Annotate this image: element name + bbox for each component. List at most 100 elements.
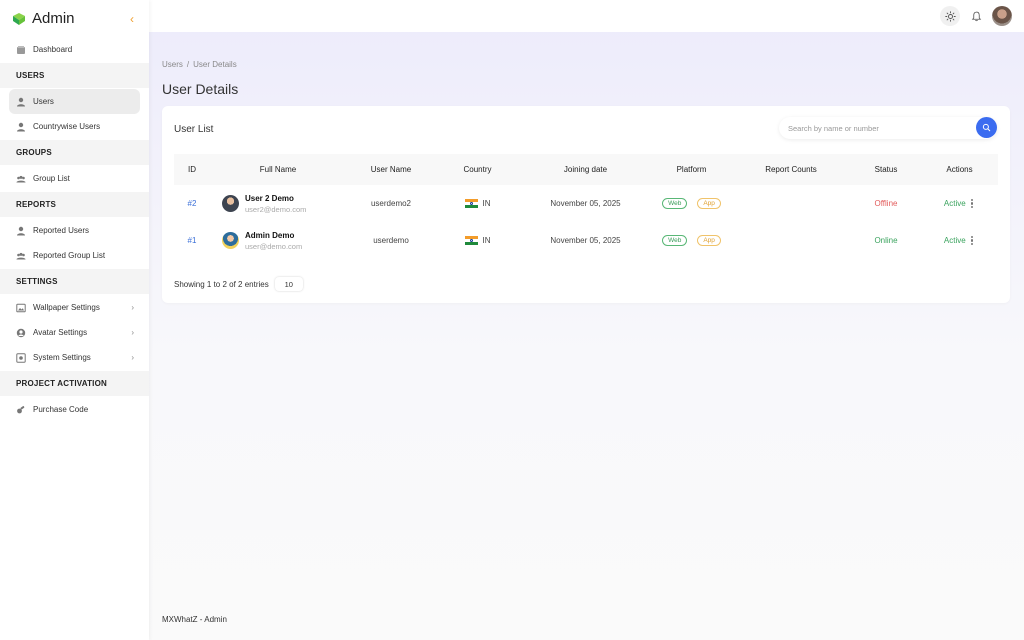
sidebar-item-reported-group-list[interactable]: Reported Group List	[9, 243, 140, 268]
breadcrumb-separator: /	[186, 60, 190, 69]
table-row: #2 User 2 Demo user2@demo.com userdemo2 …	[174, 185, 998, 222]
collapse-sidebar-button[interactable]: ‹	[130, 12, 134, 26]
sidebar-item-purchase-code[interactable]: Purchase Code	[9, 397, 140, 422]
col-header-status[interactable]: Status	[851, 154, 921, 185]
report-counts	[731, 222, 851, 259]
sidebar-item-label: Dashboard	[33, 45, 73, 54]
action-status[interactable]: Active	[944, 236, 966, 245]
col-header-id[interactable]: ID	[174, 154, 210, 185]
more-vertical-icon[interactable]	[969, 235, 975, 246]
user-id-link[interactable]: #1	[188, 236, 197, 245]
sidebar-item-label: Purchase Code	[33, 405, 89, 414]
actions-cell: Active	[944, 235, 975, 246]
brand: Admin ‹	[0, 0, 149, 37]
breadcrumb-current: User Details	[193, 60, 237, 69]
chevron-right-icon: ›	[131, 328, 134, 337]
india-flag-icon	[464, 236, 478, 246]
search-button[interactable]	[976, 117, 997, 138]
user-username: userdemo2	[370, 199, 412, 208]
joining-date: November 05, 2025	[550, 236, 621, 245]
table-header-row: ID Full Name User Name Country Joining d…	[174, 154, 998, 185]
platform-badge-app: App	[697, 198, 721, 209]
table-footer: Showing 1 to 2 of 2 entries 10	[174, 277, 303, 291]
topbar	[149, 0, 1024, 32]
sidebar-item-wallpaper-settings[interactable]: Wallpaper Settings ›	[9, 295, 140, 320]
leaf-logo-icon	[13, 12, 25, 25]
page-title: User Details	[162, 81, 239, 97]
country-code: IN	[482, 235, 491, 245]
joining-date: November 05, 2025	[550, 199, 621, 208]
user-cell: Admin Demo user@demo.com	[210, 231, 346, 251]
report-counts	[731, 185, 851, 222]
status-text: Online	[874, 236, 898, 245]
key-icon	[16, 405, 26, 415]
col-header-platform[interactable]: Platform	[652, 154, 731, 185]
avatar	[222, 195, 239, 212]
sun-icon	[944, 10, 956, 22]
table-row: #1 Admin Demo user@demo.com userdemo IN	[174, 222, 998, 259]
bell-icon	[971, 11, 981, 21]
user-email: user@demo.com	[245, 241, 303, 251]
page-size-select[interactable]: 10	[274, 277, 303, 291]
user-list-card: User List ID Full Name User Name Co	[162, 106, 1010, 303]
entries-info: Showing 1 to 2 of 2 entries	[174, 279, 269, 289]
col-header-full-name[interactable]: Full Name	[210, 154, 346, 185]
search-input[interactable]	[779, 123, 969, 133]
user-username: userdemo	[373, 236, 409, 245]
group-icon	[16, 251, 26, 261]
col-header-user-name[interactable]: User Name	[346, 154, 436, 185]
section-project-activation: PROJECT ACTIVATION	[0, 371, 149, 396]
user-email: user2@demo.com	[245, 204, 307, 214]
wallpaper-icon	[16, 303, 26, 313]
status-text: Offline	[874, 199, 898, 208]
avatar-icon	[16, 328, 26, 338]
actions-cell: Active	[944, 198, 975, 209]
sidebar-item-label: Group List	[33, 174, 70, 183]
platform-badge-web: Web	[662, 198, 688, 209]
sidebar-item-label: System Settings	[33, 353, 91, 362]
more-vertical-icon[interactable]	[969, 198, 975, 209]
col-header-actions: Actions	[946, 165, 973, 174]
avatar	[222, 232, 239, 249]
system-settings-icon	[16, 352, 26, 363]
dashboard-icon	[16, 45, 26, 55]
search-icon	[982, 123, 991, 132]
sidebar-item-countrywise-users[interactable]: Countrywise Users	[9, 114, 140, 139]
platform-badge-app: App	[697, 235, 721, 246]
sidebar-item-group-list[interactable]: Group List	[9, 166, 140, 191]
section-groups: GROUPS	[0, 140, 149, 165]
sidebar-item-dashboard[interactable]: Dashboard	[9, 37, 140, 62]
col-header-country[interactable]: Country	[436, 154, 519, 185]
theme-toggle-button[interactable]	[940, 6, 960, 26]
user-cell: User 2 Demo user2@demo.com	[210, 194, 346, 214]
section-settings: SETTINGS	[0, 269, 149, 294]
user-full-name: User 2 Demo	[245, 193, 294, 203]
breadcrumb-users-link[interactable]: Users	[162, 60, 183, 69]
sidebar-item-reported-users[interactable]: Reported Users	[9, 218, 140, 243]
card-title: User List	[174, 124, 214, 135]
main-content: Users / User Details User Details User Lis…	[162, 32, 1010, 303]
user-icon	[16, 122, 26, 132]
chevron-right-icon: ›	[131, 353, 134, 362]
col-header-joining-date[interactable]: Joining date	[519, 154, 652, 185]
sidebar-item-system-settings[interactable]: System Settings ›	[9, 345, 140, 370]
user-id-link[interactable]: #2	[188, 199, 197, 208]
col-header-report-counts[interactable]: Report Counts	[731, 154, 851, 185]
section-reports: REPORTS	[0, 192, 149, 217]
platform-badge-web: Web	[662, 235, 688, 246]
user-icon	[16, 97, 26, 107]
sidebar-item-label: Avatar Settings	[33, 328, 88, 337]
search-box	[779, 117, 997, 139]
brand-title: Admin	[32, 10, 75, 27]
sidebar-item-users[interactable]: Users	[9, 89, 140, 114]
sidebar-item-label: Reported Users	[33, 226, 90, 235]
sidebar-item-avatar-settings[interactable]: Avatar Settings ›	[9, 320, 140, 345]
group-icon	[16, 174, 26, 184]
user-avatar[interactable]	[992, 6, 1012, 26]
user-icon	[16, 226, 26, 236]
sidebar-item-label: Reported Group List	[33, 251, 106, 260]
notifications-button[interactable]	[966, 6, 986, 26]
action-status[interactable]: Active	[944, 199, 966, 208]
sidebar: Admin ‹ Dashboard USERS Users Countrywis…	[0, 0, 149, 640]
breadcrumb: Users / User Details	[162, 60, 1010, 69]
